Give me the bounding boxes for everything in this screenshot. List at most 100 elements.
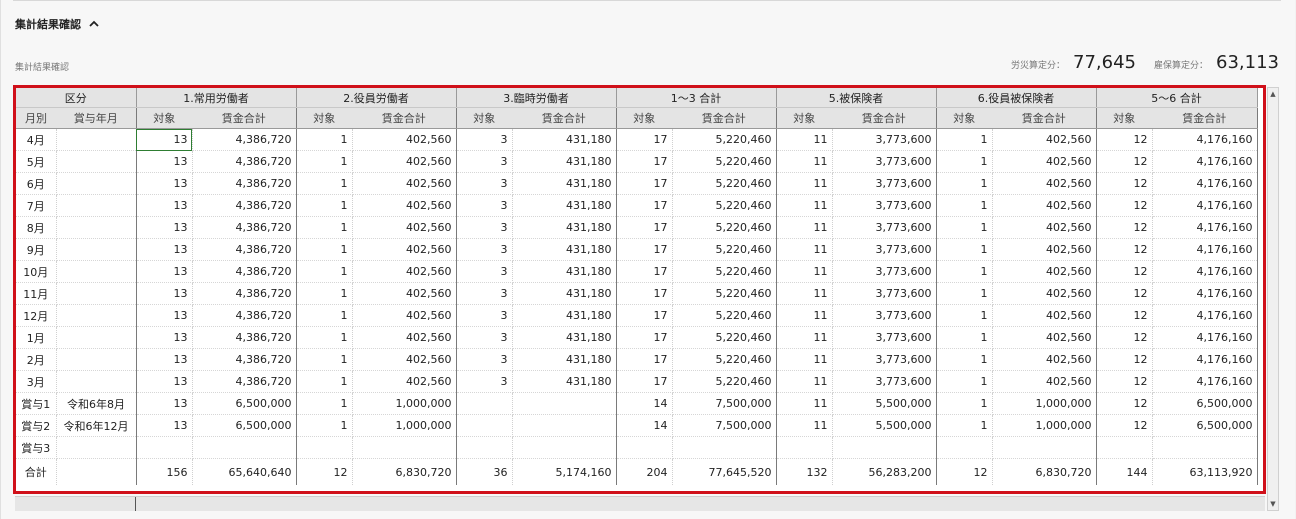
table-cell[interactable]: 431,180 (512, 326, 617, 349)
table-cell[interactable]: 5,220,460 (672, 172, 777, 195)
table-cell[interactable]: 402,560 (992, 260, 1097, 283)
table-cell[interactable]: 4,386,720 (192, 150, 297, 173)
table-cell[interactable]: 3,773,600 (832, 348, 937, 371)
table-cell[interactable]: 4,386,720 (192, 128, 297, 151)
table-cell[interactable]: 4,386,720 (192, 304, 297, 327)
table-cell[interactable]: 4,176,160 (1152, 194, 1258, 217)
table-cell[interactable]: 17 (616, 150, 673, 173)
table-cell[interactable]: 4,386,720 (192, 326, 297, 349)
table-cell[interactable]: 11 (776, 194, 833, 217)
table-cell[interactable]: 11 (776, 370, 833, 393)
table-cell[interactable]: 4,176,160 (1152, 238, 1258, 261)
table-cell[interactable]: 7,500,000 (672, 392, 777, 415)
table-cell[interactable]: 3 (456, 150, 513, 173)
table-cell[interactable]: 3,773,600 (832, 172, 937, 195)
table-cell[interactable]: 3,773,600 (832, 128, 937, 151)
table-cell[interactable]: 6,500,000 (1152, 392, 1258, 415)
table-cell[interactable]: 431,180 (512, 172, 617, 195)
table-cell[interactable]: 17 (616, 172, 673, 195)
table-cell[interactable]: 1 (936, 128, 993, 151)
table-cell[interactable]: 17 (616, 260, 673, 283)
table-cell[interactable] (992, 436, 1097, 459)
table-cell[interactable]: 1 (296, 216, 353, 239)
table-cell[interactable]: 4,386,720 (192, 172, 297, 195)
table-cell[interactable]: 1 (936, 282, 993, 305)
table-cell[interactable] (616, 436, 673, 459)
table-cell[interactable]: 402,560 (992, 282, 1097, 305)
table-cell[interactable] (512, 436, 617, 459)
horizontal-scrollbar[interactable] (15, 496, 1265, 511)
table-cell[interactable]: 4,386,720 (192, 238, 297, 261)
table-cell[interactable]: 3,773,600 (832, 260, 937, 283)
table-cell[interactable] (512, 392, 617, 415)
table-cell[interactable]: 77,645,520 (672, 458, 777, 485)
table-cell[interactable]: 4,386,720 (192, 348, 297, 371)
table-cell[interactable]: 13 (136, 260, 193, 283)
table-cell[interactable] (1096, 436, 1153, 459)
table-cell[interactable]: 3 (456, 238, 513, 261)
table-cell[interactable] (776, 436, 833, 459)
table-cell[interactable]: 5,500,000 (832, 414, 937, 437)
table-cell[interactable]: 13 (136, 326, 193, 349)
table-cell[interactable]: 4,386,720 (192, 216, 297, 239)
table-cell[interactable]: 4,176,160 (1152, 172, 1258, 195)
table-cell[interactable]: 17 (616, 282, 673, 305)
table-cell[interactable]: 11 (776, 348, 833, 371)
table-cell[interactable]: 5,220,460 (672, 216, 777, 239)
table-cell[interactable]: 12 (1096, 348, 1153, 371)
table-cell[interactable] (936, 436, 993, 459)
table-cell[interactable]: 11 (776, 216, 833, 239)
table-cell[interactable]: 5,500,000 (832, 392, 937, 415)
table-cell[interactable]: 402,560 (992, 326, 1097, 349)
table-cell[interactable]: 4,176,160 (1152, 260, 1258, 283)
table-cell[interactable]: 5,220,460 (672, 370, 777, 393)
table-cell[interactable]: 17 (616, 370, 673, 393)
table-cell[interactable]: 3 (456, 282, 513, 305)
table-cell[interactable]: 402,560 (352, 194, 457, 217)
table-cell[interactable]: 1 (296, 304, 353, 327)
table-cell[interactable]: 12 (936, 458, 993, 485)
table-cell[interactable]: 12 (1096, 238, 1153, 261)
table-cell[interactable]: 402,560 (352, 172, 457, 195)
table-cell[interactable]: 12 (1096, 216, 1153, 239)
table-cell[interactable]: 4,176,160 (1152, 216, 1258, 239)
table-cell[interactable]: 1 (296, 238, 353, 261)
table-cell[interactable]: 3 (456, 304, 513, 327)
table-cell[interactable]: 13 (136, 348, 193, 371)
table-cell[interactable]: 431,180 (512, 370, 617, 393)
table-cell[interactable]: 12 (1096, 150, 1153, 173)
table-cell[interactable]: 156 (136, 458, 193, 485)
table-cell[interactable]: 1 (936, 150, 993, 173)
table-cell[interactable]: 402,560 (352, 260, 457, 283)
table-cell[interactable]: 1 (296, 128, 353, 151)
table-cell[interactable]: 14 (616, 392, 673, 415)
table-cell[interactable]: 5,220,460 (672, 238, 777, 261)
table-cell[interactable]: 402,560 (352, 348, 457, 371)
table-cell[interactable]: 6,500,000 (1152, 414, 1258, 437)
table-cell[interactable]: 402,560 (992, 304, 1097, 327)
table-cell[interactable]: 1,000,000 (992, 414, 1097, 437)
table-cell[interactable] (352, 436, 457, 459)
table-cell[interactable]: 1 (936, 238, 993, 261)
table-cell[interactable]: 132 (776, 458, 833, 485)
table-cell[interactable]: 402,560 (352, 150, 457, 173)
table-cell[interactable]: 402,560 (992, 150, 1097, 173)
table-cell[interactable]: 5,220,460 (672, 348, 777, 371)
table-cell[interactable] (512, 414, 617, 437)
table-cell[interactable]: 402,560 (352, 238, 457, 261)
table-cell[interactable]: 1 (296, 260, 353, 283)
table-cell[interactable]: 4,176,160 (1152, 150, 1258, 173)
table-cell[interactable]: 1 (296, 348, 353, 371)
table-cell[interactable]: 1 (936, 194, 993, 217)
table-cell[interactable]: 1 (296, 194, 353, 217)
table-cell[interactable]: 1 (296, 150, 353, 173)
table-cell[interactable]: 1 (936, 370, 993, 393)
table-cell[interactable]: 17 (616, 238, 673, 261)
table-cell[interactable]: 6,830,720 (352, 458, 457, 485)
chevron-up-icon[interactable] (87, 17, 101, 31)
table-cell[interactable]: 11 (776, 326, 833, 349)
table-cell[interactable]: 5,220,460 (672, 260, 777, 283)
table-cell[interactable]: 1,000,000 (992, 392, 1097, 415)
table-cell[interactable]: 4,176,160 (1152, 128, 1258, 151)
table-cell[interactable]: 12 (1096, 304, 1153, 327)
